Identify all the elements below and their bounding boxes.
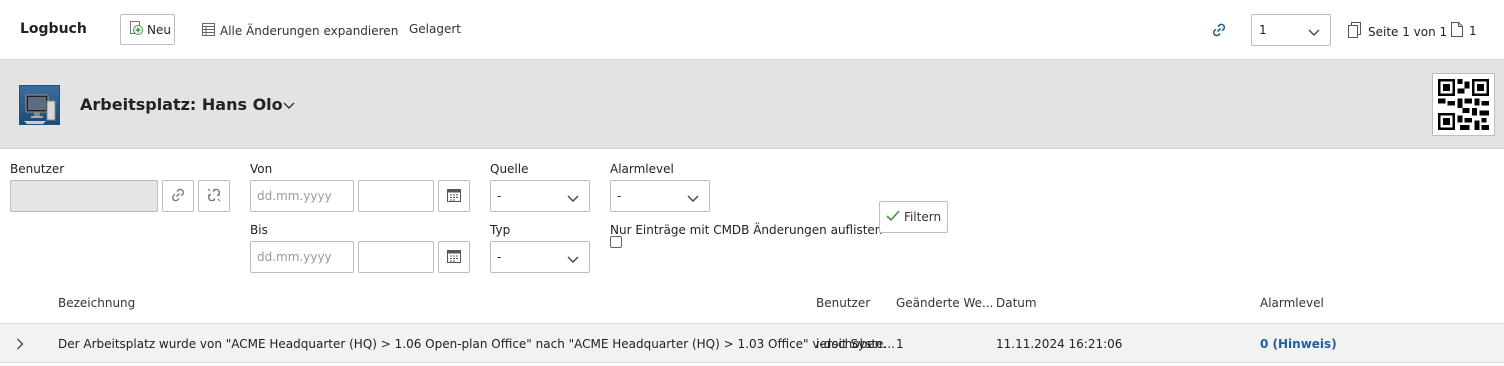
page-select-value: 1 (1259, 23, 1267, 37)
archived-button[interactable]: Gelagert (409, 22, 461, 36)
bis-calendar-button[interactable] (438, 241, 470, 273)
von-calendar-button[interactable] (438, 180, 470, 212)
chevron-right-icon[interactable] (16, 338, 24, 353)
bis-date-input[interactable]: dd.mm.yyyy (250, 241, 354, 273)
page-title: Logbuch (20, 21, 87, 37)
page-info: Seite 1 von 1 (1348, 22, 1447, 41)
calendar-icon (446, 187, 462, 206)
archived-label: Gelagert (409, 22, 462, 36)
quelle-select-value: - (497, 189, 502, 203)
von-date-input[interactable]: dd.mm.yyyy (250, 180, 354, 212)
workstation-icon (19, 85, 60, 125)
document-icon (1451, 22, 1463, 40)
page-info-text: Seite 1 von 1 (1368, 24, 1448, 39)
bis-label: Bis (250, 223, 268, 237)
column-header-benutzer[interactable]: Benutzer (816, 296, 870, 310)
unlink-icon (205, 186, 223, 207)
pages-icon (1348, 22, 1362, 41)
benutzer-input[interactable] (10, 180, 158, 212)
von-time-input[interactable] (358, 180, 434, 212)
benutzer-label: Benutzer (10, 162, 65, 176)
page-count: 1 (1451, 22, 1477, 40)
alarmlevel-select-value: - (617, 189, 622, 203)
checkmark-icon (886, 209, 900, 225)
cmdb-only-checkbox[interactable] (610, 236, 622, 248)
column-header-bezeichnung[interactable]: Bezeichnung (58, 296, 135, 310)
column-header-datum[interactable]: Datum (996, 296, 1037, 310)
filter-button-label: Filtern (903, 210, 942, 224)
calendar-icon (446, 248, 462, 267)
qr-code-icon[interactable] (1432, 73, 1495, 136)
new-button[interactable]: Neu (120, 14, 175, 45)
row-bezeichnung: Der Arbeitsplatz wurde von "ACME Headqua… (58, 337, 887, 351)
chevron-down-icon (567, 253, 579, 267)
expand-all-button[interactable]: Alle Änderungen expandieren (201, 22, 398, 40)
chevron-down-icon (567, 192, 579, 206)
new-button-label: Neu (147, 22, 171, 37)
von-label: Von (250, 162, 273, 176)
attach-user-button[interactable] (162, 180, 194, 212)
chevron-down-icon (1308, 26, 1320, 40)
row-alarmlevel-link[interactable]: 0 (Hinweis) (1260, 337, 1337, 351)
expand-all-label: Alle Änderungen expandieren (220, 24, 399, 38)
link-icon[interactable] (1210, 21, 1228, 42)
column-header-geaenderte-werte[interactable]: Geänderte We... (896, 296, 993, 310)
bis-time-input[interactable] (358, 241, 434, 273)
object-menu-chevron-icon[interactable] (283, 99, 295, 113)
row-geaenderte-werte: 1 (896, 337, 904, 351)
row-benutzer: i-doit Syste... (816, 337, 895, 351)
link-icon (170, 187, 186, 206)
page-count-text: 1 (1469, 24, 1477, 38)
quelle-label: Quelle (490, 162, 529, 176)
typ-select-value: - (497, 250, 502, 264)
chevron-down-icon (687, 192, 699, 206)
object-title: Arbeitsplatz: Hans Olo (80, 95, 283, 114)
typ-select[interactable]: - (490, 241, 590, 273)
add-icon (128, 20, 144, 39)
row-datum: 11.11.2024 16:21:06 (996, 337, 1123, 351)
column-header-alarmlevel[interactable]: Alarmlevel (1260, 296, 1324, 310)
alarmlevel-select[interactable]: - (610, 180, 710, 212)
table-icon (201, 22, 216, 40)
alarmlevel-label: Alarmlevel (610, 162, 674, 176)
page-select[interactable]: 1 (1251, 14, 1331, 46)
typ-label: Typ (490, 223, 511, 237)
quelle-select[interactable]: - (490, 180, 590, 212)
filter-button[interactable]: Filtern (879, 201, 948, 233)
detach-user-button[interactable] (198, 180, 230, 212)
cmdb-only-label: Nur Einträge mit CMDB Änderungen auflist… (610, 223, 883, 237)
